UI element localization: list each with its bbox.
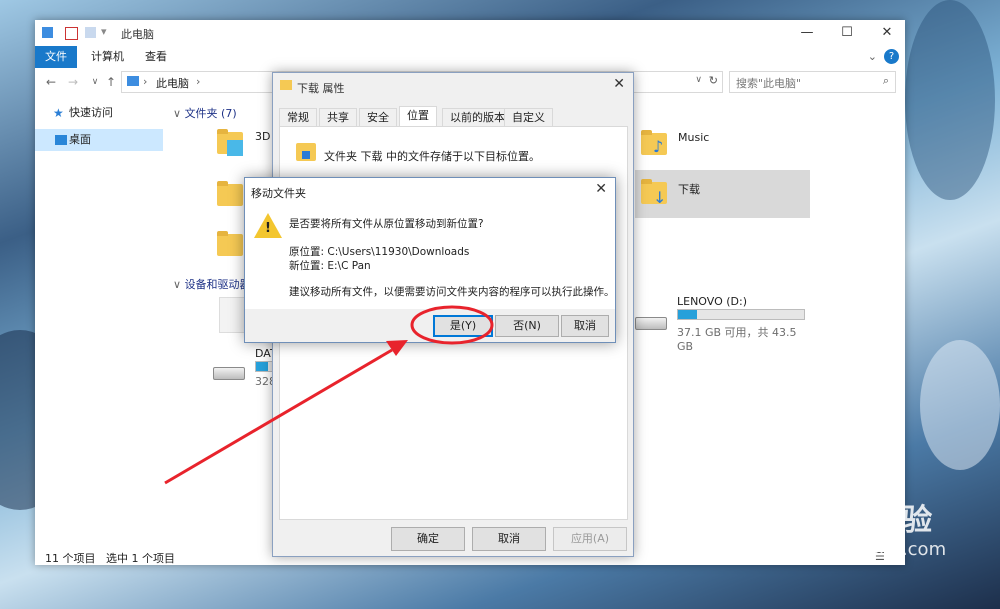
- drive-usage-bar: [677, 309, 805, 320]
- new-location: 新位置: E:\C Pan: [289, 260, 371, 272]
- move-folder-dialog: 移动文件夹 ✕ ! 是否要将所有文件从原位置移动到新位置? 原位置: C:\Us…: [244, 177, 616, 343]
- wallpaper-swirl: [905, 0, 995, 200]
- recent-dropdown-icon[interactable]: ∨: [87, 73, 103, 91]
- cancel-button[interactable]: 取消: [561, 315, 609, 337]
- computer-icon: [127, 76, 139, 86]
- sidebar-item-label: 桌面: [69, 133, 91, 146]
- move-question: 是否要将所有文件从原位置移动到新位置?: [289, 218, 484, 230]
- tab-security[interactable]: 安全: [359, 108, 397, 127]
- desktop-icon: [55, 135, 67, 145]
- download-arrow-icon: ↓: [653, 188, 667, 207]
- tab-location[interactable]: 位置: [399, 106, 437, 127]
- drive-item-data[interactable]: DAT 328: [211, 345, 281, 389]
- window-title: 此电脑: [121, 28, 154, 41]
- no-button[interactable]: 否(N): [495, 315, 559, 337]
- dialog-title: 下载 属性: [297, 82, 345, 95]
- address-dropdown-icon[interactable]: ∨: [695, 75, 702, 85]
- folder-icon[interactable]: [217, 231, 243, 256]
- folder-item-3d[interactable]: 3D: [213, 124, 273, 164]
- watermark-brand: Baidu经验: [770, 503, 934, 538]
- devices-group-header[interactable]: ∨ 设备和驱动器: [173, 276, 251, 292]
- folder-label: 3D: [255, 130, 271, 143]
- close-button[interactable]: ✕: [865, 20, 909, 46]
- navigation-pane: ★ 快速访问 桌面: [35, 100, 165, 540]
- apply-button[interactable]: 应用(A): [553, 527, 627, 551]
- new-folder-icon[interactable]: [85, 27, 96, 38]
- folder-icon[interactable]: [217, 181, 243, 206]
- location-description: 文件夹 下载 中的文件存储于以下目标位置。: [324, 150, 540, 163]
- dialog-footer: 是(Y) 否(N) 取消: [245, 309, 615, 342]
- chevron-down-icon: ∨: [173, 278, 182, 291]
- search-input[interactable]: 搜索"此电脑" ⌕: [729, 71, 896, 93]
- watermark-url: jingyan.baidu.com: [780, 539, 947, 560]
- minimize-button[interactable]: —: [785, 20, 829, 46]
- drive-usage-fill: [256, 362, 268, 371]
- title-bar: ▾ 此电脑 — ☐ ✕: [35, 20, 905, 46]
- maximize-button[interactable]: ☐: [825, 20, 869, 46]
- drive-usage-fill: [678, 310, 697, 319]
- tab-view[interactable]: 查看: [135, 46, 177, 68]
- up-arrow-icon[interactable]: ↑: [103, 73, 119, 91]
- qa-dropdown-icon[interactable]: ▾: [101, 25, 107, 38]
- folder-item-music[interactable]: ♪ Music: [635, 123, 810, 167]
- folders-header-label: 文件夹 (7): [184, 107, 237, 120]
- ok-button[interactable]: 确定: [391, 527, 465, 551]
- devices-header-label: 设备和驱动器: [184, 278, 251, 291]
- sidebar-item-label: 快速访问: [69, 106, 113, 119]
- drive-free-space: 37.1 GB 可用，共 43.5 GB: [677, 326, 797, 353]
- breadcrumb-chevron-icon[interactable]: ›: [143, 75, 147, 88]
- hard-drive-icon: [213, 367, 245, 380]
- status-item-count: 11 个项目: [45, 552, 96, 565]
- original-location: 原位置: C:\Users\11930\Downloads: [289, 246, 470, 258]
- hard-drive-icon: [635, 317, 667, 330]
- ribbon-expand-icon[interactable]: ⌄: [868, 50, 877, 63]
- drive-item-lenovo[interactable]: LENOVO (D:) 37.1 GB 可用，共 43.5 GB: [633, 293, 813, 353]
- cancel-button[interactable]: 取消: [472, 527, 546, 551]
- ribbon: 文件 计算机 查看 ⌄ ?: [35, 46, 905, 68]
- star-icon: ★: [53, 106, 64, 120]
- tab-sharing[interactable]: 共享: [319, 108, 357, 127]
- tab-computer[interactable]: 计算机: [81, 46, 134, 68]
- tab-general[interactable]: 常规: [279, 108, 317, 127]
- computer-icon: [42, 27, 53, 38]
- drive-label: LENOVO (D:): [677, 295, 748, 308]
- cube-icon: [227, 140, 243, 156]
- help-icon[interactable]: ?: [884, 49, 899, 64]
- dialog-title: 移动文件夹: [251, 187, 306, 200]
- breadcrumb-chevron-icon[interactable]: ›: [196, 75, 200, 88]
- sidebar-item-desktop[interactable]: 桌面: [35, 129, 163, 151]
- folder-item-downloads[interactable]: ↓ 下载: [635, 170, 810, 218]
- move-advice: 建议移动所有文件，以便需要访问文件夹内容的程序可以执行此操作。: [289, 286, 615, 298]
- properties-icon[interactable]: [65, 27, 78, 40]
- status-selected-count: 选中 1 个项目: [106, 552, 175, 565]
- folder-label: Music: [678, 131, 710, 144]
- breadcrumb[interactable]: 此电脑: [156, 75, 189, 91]
- folder-label: 下载: [678, 183, 700, 196]
- music-note-icon: ♪: [653, 137, 664, 156]
- back-arrow-icon[interactable]: ←: [43, 73, 59, 91]
- wallpaper-swirl: [920, 340, 1000, 470]
- search-placeholder: 搜索"此电脑": [736, 77, 802, 90]
- close-icon[interactable]: ✕: [595, 181, 607, 197]
- exclamation-icon: !: [265, 221, 271, 236]
- tab-customize[interactable]: 自定义: [504, 108, 553, 127]
- yes-button[interactable]: 是(Y): [433, 315, 493, 337]
- close-icon[interactable]: ✕: [613, 76, 625, 92]
- sidebar-item-quick-access[interactable]: ★ 快速访问: [35, 102, 163, 124]
- search-icon: ⌕: [882, 74, 889, 87]
- downloads-folder-icon: [280, 80, 292, 90]
- chevron-down-icon: ∨: [173, 107, 182, 120]
- refresh-icon[interactable]: ↻: [709, 74, 718, 87]
- forward-arrow-icon[interactable]: →: [65, 73, 81, 91]
- baidu-watermark: Baidu经验 jingyan.baidu.com: [770, 495, 946, 560]
- folders-group-header[interactable]: ∨ 文件夹 (7): [173, 105, 237, 121]
- downloads-folder-icon: [296, 143, 316, 161]
- tab-previous-versions[interactable]: 以前的版本: [442, 108, 513, 127]
- tab-file[interactable]: 文件: [35, 46, 77, 68]
